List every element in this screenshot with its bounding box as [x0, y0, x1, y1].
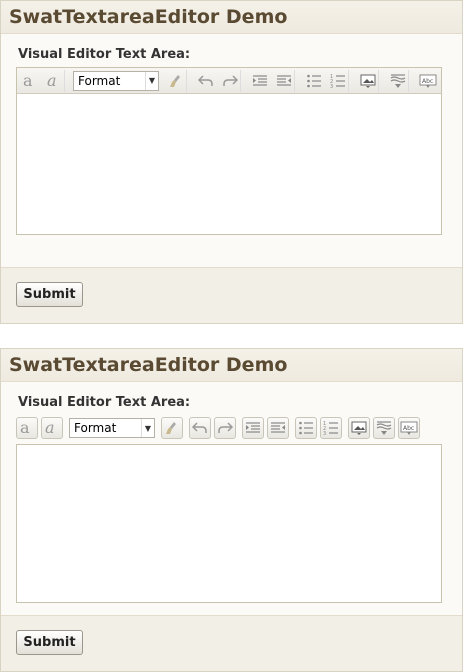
- field-label: Visual Editor Text Area:: [18, 47, 191, 62]
- submit-button[interactable]: Submit: [16, 630, 83, 655]
- editor-toolbar: a a Format ▼ 123 Abc: [16, 415, 423, 441]
- form-footer: Submit: [1, 267, 462, 323]
- spellcheck-text: Abc: [403, 425, 414, 432]
- italic-icon[interactable]: a: [41, 417, 63, 439]
- chevron-down-icon: ▼: [141, 419, 154, 437]
- outdent-icon[interactable]: [273, 69, 295, 92]
- undo-icon[interactable]: [195, 70, 217, 92]
- bullet-list-icon[interactable]: [303, 70, 325, 92]
- format-select-value: Format: [78, 73, 121, 88]
- svg-text:3: 3: [323, 431, 326, 436]
- spellcheck-icon[interactable]: Abc: [417, 70, 439, 92]
- indent-icon[interactable]: [242, 417, 264, 439]
- svg-text:a: a: [20, 420, 30, 436]
- textarea-editor: a a Format ▼ 1 2 3 Abc: [16, 67, 442, 235]
- indent-icon[interactable]: [249, 70, 271, 92]
- editor-toolbar: a a Format ▼ 1 2 3 Abc: [17, 68, 441, 94]
- numbered-list-icon[interactable]: 123: [327, 69, 349, 92]
- redo-icon[interactable]: [214, 417, 236, 439]
- demo-panel-2: SwatTextareaEditor Demo Visual Editor Te…: [0, 348, 463, 672]
- field-label: Visual Editor Text Area:: [18, 395, 191, 410]
- svg-text:a: a: [45, 420, 55, 436]
- bullet-list-icon[interactable]: [295, 417, 317, 439]
- clean-icon[interactable]: [165, 69, 187, 92]
- undo-icon[interactable]: [189, 417, 211, 439]
- submit-button[interactable]: Submit: [16, 282, 83, 307]
- svg-text:a: a: [23, 73, 33, 89]
- svg-text:3: 3: [330, 84, 333, 89]
- format-select[interactable]: Format ▼: [73, 70, 159, 91]
- demo-panel-1: SwatTextareaEditor Demo Visual Editor Te…: [0, 0, 463, 324]
- numbered-list-icon[interactable]: 123: [320, 417, 342, 439]
- paste-icon[interactable]: [373, 417, 395, 439]
- paste-icon[interactable]: [387, 69, 409, 92]
- image-icon[interactable]: [348, 417, 370, 439]
- spellcheck-text: Abc: [422, 78, 433, 85]
- redo-icon[interactable]: [219, 69, 241, 92]
- clean-icon[interactable]: [161, 417, 183, 439]
- bold-icon[interactable]: a: [16, 417, 38, 439]
- image-icon[interactable]: [357, 69, 379, 92]
- svg-text:a: a: [47, 73, 57, 89]
- editor-text-area[interactable]: [17, 94, 441, 234]
- chevron-down-icon: ▼: [145, 71, 158, 90]
- page-title: SwatTextareaEditor Demo: [1, 1, 462, 34]
- bold-icon[interactable]: a: [19, 70, 41, 92]
- outdent-icon[interactable]: [267, 417, 289, 439]
- format-select-value: Format: [74, 421, 117, 435]
- page-title: SwatTextareaEditor Demo: [1, 349, 462, 382]
- editor-text-area[interactable]: [16, 444, 442, 603]
- form-footer: Submit: [1, 615, 462, 671]
- italic-icon[interactable]: a: [43, 69, 65, 92]
- spellcheck-icon[interactable]: Abc: [398, 417, 420, 439]
- format-select[interactable]: Format ▼: [69, 418, 155, 438]
